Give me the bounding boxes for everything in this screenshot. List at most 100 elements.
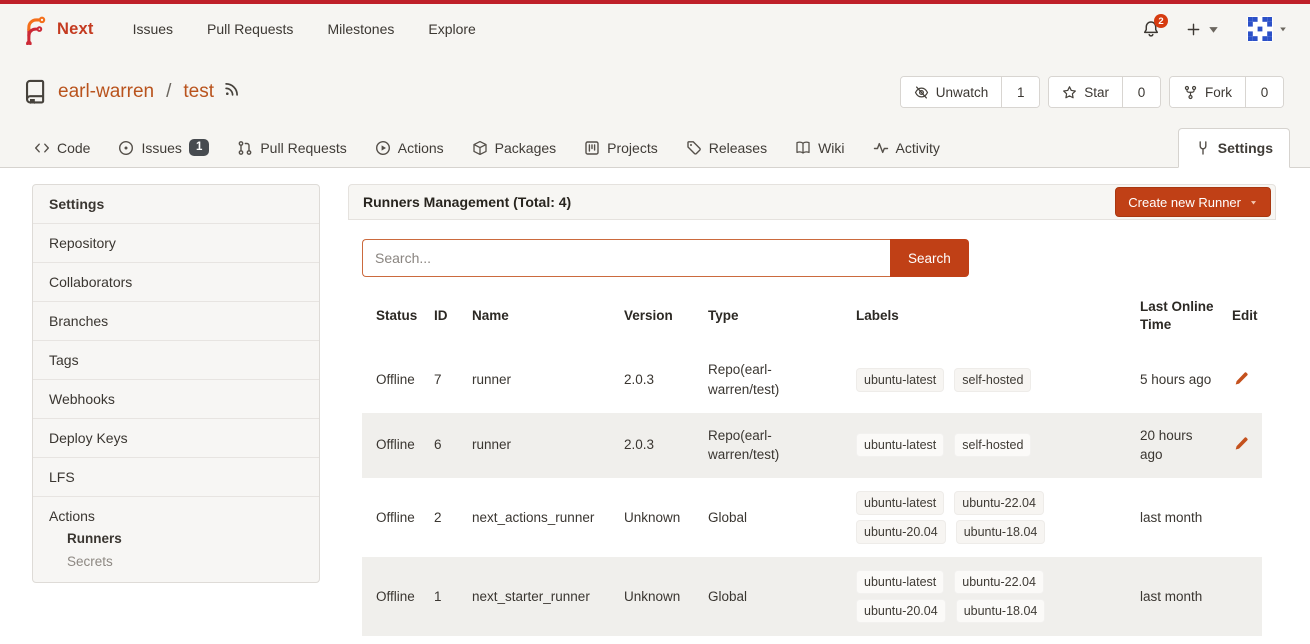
star-button[interactable]: Star — [1049, 77, 1122, 107]
runner-search: Search — [362, 239, 1262, 277]
runner-name: next_starter_runner — [464, 557, 616, 636]
unwatch-button-group: Unwatch 1 — [900, 76, 1041, 108]
runner-row: Offline 2 next_actions_runner Unknown Gl… — [362, 478, 1262, 557]
issues-count-badge: 1 — [189, 139, 209, 156]
tab-label: Wiki — [818, 140, 844, 156]
rss-feed-button[interactable] — [224, 81, 240, 103]
runners-table: StatusIDNameVersionTypeLabelsLast Online… — [362, 285, 1262, 636]
tab-releases[interactable]: Releases — [674, 129, 779, 167]
tag-icon — [686, 140, 702, 156]
tab-settings[interactable]: Settings — [1178, 128, 1290, 168]
runner-label-chip: ubuntu-22.04 — [954, 491, 1044, 515]
runner-last-online: last month — [1132, 557, 1224, 636]
runners-panel-header: Runners Management (Total: 4) Create new… — [348, 184, 1276, 220]
issue-icon — [118, 140, 134, 156]
runner-type: Repo(earl-warren/test) — [700, 347, 848, 412]
forgejo-home-link[interactable]: Next — [22, 15, 94, 44]
sidebar-item-collaborators[interactable]: Collaborators — [33, 263, 319, 302]
play-circle-icon — [375, 140, 391, 156]
runner-status: Offline — [362, 557, 426, 636]
runner-version: Unknown — [616, 557, 700, 636]
tab-label: Packages — [495, 140, 556, 156]
table-header-row: StatusIDNameVersionTypeLabelsLast Online… — [362, 285, 1262, 347]
sidebar-subitem-runners[interactable]: Runners — [49, 524, 303, 548]
column-header-name: Name — [464, 285, 616, 347]
tab-actions[interactable]: Actions — [363, 129, 456, 167]
star-button-group: Star 0 — [1048, 76, 1161, 108]
fork-button[interactable]: Fork — [1170, 77, 1245, 107]
pull-request-icon — [237, 140, 253, 156]
notifications-button[interactable]: 2 — [1142, 20, 1160, 38]
fork-icon — [1183, 85, 1198, 100]
tab-label: Releases — [709, 140, 767, 156]
wrench-icon — [1195, 140, 1211, 156]
runner-type: Global — [700, 557, 848, 636]
chevron-down-icon — [1278, 24, 1288, 34]
runner-version: Unknown — [616, 478, 700, 557]
runner-status: Offline — [362, 347, 426, 412]
search-input[interactable] — [362, 239, 890, 277]
sidebar-item-lfs[interactable]: LFS — [33, 458, 319, 497]
runner-label-chip: ubuntu-20.04 — [856, 599, 946, 623]
tab-code[interactable]: Code — [22, 129, 102, 167]
pulse-icon — [873, 140, 889, 156]
pencil-icon — [1234, 436, 1249, 451]
runner-label-chip: ubuntu-22.04 — [954, 570, 1044, 594]
sidebar-item-deploy-keys[interactable]: Deploy Keys — [33, 419, 319, 458]
column-header-labels: Labels — [848, 285, 1132, 347]
unwatch-label: Unwatch — [936, 85, 989, 100]
runner-label-chip: ubuntu-latest — [856, 368, 944, 392]
repo-name-link[interactable]: test — [183, 81, 214, 103]
runner-name: runner — [464, 413, 616, 478]
sidebar-item-webhooks[interactable]: Webhooks — [33, 380, 319, 419]
star-icon — [1062, 85, 1077, 100]
runner-row: Offline 6 runner 2.0.3 Repo(earl-warren/… — [362, 413, 1262, 478]
sidebar-item-actions[interactable]: Actions — [49, 508, 303, 524]
topnav-item-issues[interactable]: Issues — [120, 13, 186, 45]
repo-actions: Unwatch 1 Star 0 Fork 0 — [900, 76, 1284, 108]
tab-projects[interactable]: Projects — [572, 129, 670, 167]
tab-label: Issues — [141, 140, 181, 156]
sidebar-subitem-secrets[interactable]: Secrets — [49, 548, 303, 571]
runner-label-chip: ubuntu-20.04 — [856, 520, 946, 544]
runner-row: Offline 7 runner 2.0.3 Repo(earl-warren/… — [362, 347, 1262, 412]
sidebar-title: Settings — [33, 185, 319, 224]
repo-path-separator: / — [166, 81, 171, 103]
runner-labels: ubuntu-latestubuntu-22.04ubuntu-20.04ubu… — [856, 491, 1056, 544]
create-menu-button[interactable] — [1186, 22, 1221, 37]
topnav-item-pull-requests[interactable]: Pull Requests — [194, 13, 306, 45]
edit-runner-button[interactable] — [1232, 369, 1251, 391]
tab-wiki[interactable]: Wiki — [783, 129, 856, 167]
top-navbar: Next IssuesPull RequestsMilestonesExplor… — [0, 4, 1310, 54]
notification-count-badge: 2 — [1154, 14, 1168, 28]
search-button[interactable]: Search — [890, 239, 969, 277]
star-label: Star — [1084, 85, 1109, 100]
fork-label: Fork — [1205, 85, 1232, 100]
topnav-item-explore[interactable]: Explore — [415, 13, 488, 45]
eye-slash-icon — [914, 85, 929, 100]
pencil-icon — [1234, 371, 1249, 386]
book-icon — [795, 140, 811, 156]
runner-label-chip: self-hosted — [954, 368, 1031, 392]
user-menu-button[interactable] — [1247, 16, 1288, 42]
sidebar-item-repository[interactable]: Repository — [33, 224, 319, 263]
tab-pull-requests[interactable]: Pull Requests — [225, 129, 358, 167]
unwatch-count[interactable]: 1 — [1001, 77, 1039, 107]
top-navigation: IssuesPull RequestsMilestonesExplore — [120, 13, 489, 45]
sidebar-item-tags[interactable]: Tags — [33, 341, 319, 380]
tab-activity[interactable]: Activity — [861, 129, 952, 167]
fork-count[interactable]: 0 — [1245, 77, 1283, 107]
unwatch-button[interactable]: Unwatch — [901, 77, 1002, 107]
runner-last-online: 20 hours ago — [1132, 413, 1224, 478]
tab-issues[interactable]: Issues 1 — [106, 128, 221, 167]
star-count[interactable]: 0 — [1122, 77, 1160, 107]
topnav-item-milestones[interactable]: Milestones — [314, 13, 407, 45]
column-header-status: Status — [362, 285, 426, 347]
runner-type: Global — [700, 478, 848, 557]
settings-sidebar: SettingsRepositoryCollaboratorsBranchesT… — [32, 184, 320, 583]
repo-owner-link[interactable]: earl-warren — [58, 81, 154, 103]
edit-runner-button[interactable] — [1232, 434, 1251, 456]
create-runner-button[interactable]: Create new Runner — [1115, 187, 1271, 217]
tab-packages[interactable]: Packages — [460, 129, 568, 167]
sidebar-item-branches[interactable]: Branches — [33, 302, 319, 341]
